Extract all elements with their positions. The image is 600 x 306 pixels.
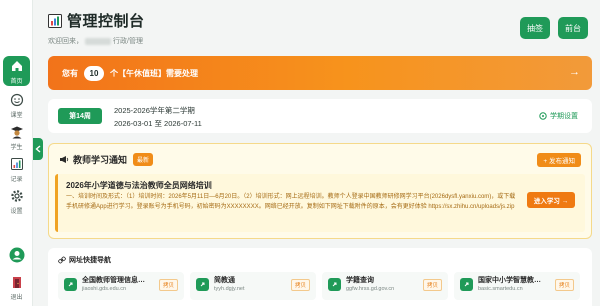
- avatar[interactable]: [3, 240, 30, 270]
- notice-item: 2026年小学道德与法治教师全员网络培训 一、培训时间及形式：（1）培训时间：2…: [55, 174, 585, 232]
- sidebar-item-label: 首页: [10, 78, 23, 85]
- post-notice-button[interactable]: + 发布通知: [537, 153, 581, 167]
- quick-nav-item[interactable]: 学籍查询 ggfw.hrss.gd.gov.cn 拷贝: [322, 272, 448, 300]
- banner-suffix: 个【午休值班】需要处理: [110, 68, 198, 78]
- page-title: 管理控制台: [67, 13, 145, 30]
- student-icon: [9, 124, 25, 140]
- sidebar-item-home[interactable]: 首页: [3, 56, 30, 86]
- sidebar-item-label: 课堂: [10, 112, 23, 119]
- home-icon: [9, 58, 25, 74]
- sidebar-item-label: 设置: [10, 208, 23, 215]
- megaphone-icon: [60, 156, 69, 163]
- link-icon: [58, 256, 66, 264]
- quick-nav-item-name: 简教通: [214, 277, 235, 284]
- welcome-text: 欢迎回来， 行政/管理: [48, 37, 143, 45]
- copy-button[interactable]: 拷贝: [422, 279, 442, 291]
- teacher-notice-panel: 教师学习通知 最新 + 发布通知 2026年小学道德与法治教师全员网络培训 一、…: [48, 143, 592, 239]
- sidebar-item-records[interactable]: 记录: [3, 154, 30, 184]
- quick-nav-item[interactable]: 简教通 tyyh.dgjy.net 拷贝: [190, 272, 316, 300]
- page-header: 管理控制台 欢迎回来， 行政/管理 抽签 前台: [48, 10, 592, 46]
- chevron-left-icon: [35, 145, 41, 153]
- welcome-prefix: 欢迎回来: [48, 38, 76, 45]
- quick-nav-item[interactable]: 全国教师管理信息系统 jiaoshi.gds.edu.cn 拷贝: [58, 272, 184, 300]
- semester-name: 2025-2026学年第二学期: [114, 106, 195, 115]
- quick-nav-panel: 网址快捷导航 全国教师管理信息系统 jiaoshi.gds.edu.cn 拷贝 …: [48, 248, 592, 306]
- sidebar-item-label: 记录: [10, 176, 23, 183]
- teacher-notice-title: 教师学习通知: [73, 155, 128, 165]
- sidebar-item-students[interactable]: 学生: [3, 122, 30, 152]
- arrow-right-icon: →: [569, 66, 580, 78]
- notice-item-body: 一、培训时间及形式：（1）培训时间：2026年5月11日—6月20日。（2）培训…: [66, 194, 516, 210]
- front-desk-button[interactable]: 前台: [558, 17, 588, 39]
- settings-circle-icon: [539, 112, 547, 120]
- quick-nav-item-url: jiaoshi.gds.edu.cn: [82, 286, 127, 292]
- user-role: 行政/管理: [113, 38, 143, 45]
- semester-settings-label: 学期设置: [550, 113, 578, 120]
- quick-nav-item-name: 国家中小学智慧教育平台: [478, 277, 546, 284]
- sidebar-item-class[interactable]: 课堂: [3, 90, 30, 120]
- sidebar-collapse-toggle[interactable]: [33, 138, 43, 160]
- enter-study-button[interactable]: 进入学习 →: [527, 192, 575, 208]
- gear-icon: [9, 188, 25, 204]
- pending-duty-banner[interactable]: 您有 10 个【午休值班】需要处理 →: [48, 56, 592, 90]
- quick-nav-item-url: tyyh.dgjy.net: [214, 286, 245, 292]
- avatar-icon: [9, 247, 25, 263]
- week-badge: 第14周: [58, 108, 102, 124]
- sidebar-item-settings[interactable]: 设置: [3, 186, 30, 216]
- quick-nav-item-name: 学籍查询: [346, 277, 374, 284]
- banner-prefix: 您有: [62, 68, 78, 78]
- smile-icon: [9, 92, 25, 108]
- pending-count-badge: 10: [84, 65, 104, 81]
- user-name-redacted: [85, 37, 111, 45]
- quick-nav-item[interactable]: 国家中小学智慧教育平台 basic.smartedu.cn 拷贝: [454, 272, 580, 300]
- copy-button[interactable]: 拷贝: [554, 279, 574, 291]
- semester-dates: 2026-03-01 至 2026-07-11: [114, 119, 202, 128]
- chart-icon: [9, 156, 25, 172]
- quick-nav-item-url: basic.smartedu.cn: [478, 286, 523, 292]
- draw-lots-button[interactable]: 抽签: [520, 17, 550, 39]
- sidebar-item-label: 学生: [10, 144, 23, 151]
- dashboard-icon: [48, 13, 62, 28]
- semester-card: 第14周 2025-2026学年第二学期 2026-03-01 至 2026-0…: [48, 99, 592, 133]
- quick-nav-item-name: 全国教师管理信息系统: [82, 277, 150, 284]
- quick-nav-title: 网址快捷导航: [69, 257, 111, 264]
- semester-settings-link[interactable]: 学期设置: [539, 111, 578, 121]
- copy-button[interactable]: 拷贝: [158, 279, 178, 291]
- link-icon: [460, 278, 473, 291]
- link-icon: [196, 278, 209, 291]
- sidebar-item-logout[interactable]: 退出: [3, 272, 30, 302]
- exit-icon: [9, 274, 25, 290]
- notice-item-title: 2026年小学道德与法治教师全员网络培训: [66, 181, 212, 190]
- quick-nav-item-url: ggfw.hrss.gd.gov.cn: [346, 286, 395, 292]
- sidebar: 首页 课堂 学生 记录 设置 退出: [0, 0, 33, 306]
- link-icon: [328, 278, 341, 291]
- latest-badge: 最新: [133, 153, 154, 166]
- copy-button[interactable]: 拷贝: [290, 279, 310, 291]
- link-icon: [64, 278, 77, 291]
- sidebar-item-label: 退出: [10, 294, 23, 301]
